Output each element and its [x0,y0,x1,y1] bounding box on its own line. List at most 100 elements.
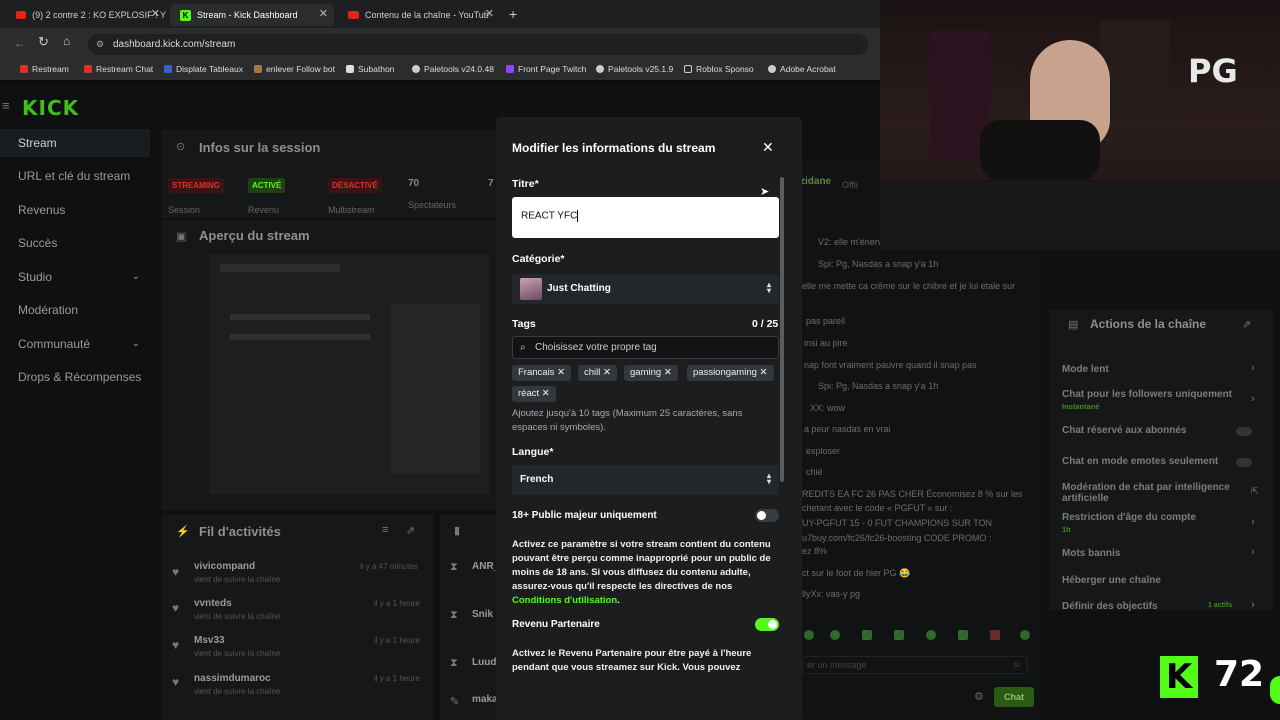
tab-youtube-video[interactable]: (9) 2 contre 2 : KO EXPLOSIF ! Y ✕ [6,4,166,26]
stream-title-input[interactable]: REACT YFC [512,197,779,238]
sidebar-item-revenue[interactable]: Revenus [0,196,150,224]
site-settings-icon[interactable]: ⚙ [96,34,104,55]
sidebar-item-moderation[interactable]: Modération [0,296,150,324]
home-icon[interactable]: ⌂ [63,34,70,48]
stream-preview-video[interactable] [210,254,490,494]
bookmark-item[interactable]: Adobe Acrobat [768,64,836,74]
category-select[interactable]: Just Chatting ▴ ▾ [512,274,779,304]
remove-tag-icon[interactable]: ✕ [542,388,550,399]
popout-icon[interactable]: ⇗ [406,524,415,537]
tab-kick-dashboard[interactable]: K Stream - Kick Dashboard ✕ [170,4,334,26]
tag-chip[interactable]: chill ✕ [578,365,617,381]
bookmark-label: Paletools v25.1.9 [608,64,674,74]
bookmark-item[interactable]: enlever Follow bot [254,64,335,74]
sidebar-item-label: Stream [18,136,57,150]
activity-user[interactable]: Msv33 [194,635,225,646]
remove-tag-icon[interactable]: ✕ [664,367,672,378]
emote-icon[interactable] [804,630,814,640]
badge-caption: Revenu [248,205,280,215]
filter-icon[interactable]: ≡ [382,524,388,536]
activity-time: il y a 1 heure [374,636,420,645]
close-tab-icon[interactable]: ✕ [485,7,494,20]
sidebar-item-drops[interactable]: Drops & Récompenses [0,363,150,391]
sidebar-item-achievements[interactable]: Succès [0,229,150,257]
emote-icon[interactable] [1020,630,1030,640]
activity-user[interactable]: vivicompand [194,561,255,572]
url-input[interactable]: ⚙ dashboard.kick.com/stream [88,34,868,55]
new-tab-button[interactable]: + [509,6,517,22]
language-select[interactable]: French ▴ ▾ [512,465,779,495]
tab-title: Contenu de la chaîne - YouTub [365,10,489,20]
close-tab-icon[interactable]: ✕ [319,7,328,20]
tag-chip[interactable]: gaming ✕ [624,365,678,381]
action-subscribers-only[interactable]: Chat réservé aux abonnés [1062,425,1187,436]
action-banned-words[interactable]: Mots bannis [1062,548,1120,559]
emote-icon[interactable] [926,630,936,640]
bookmark-label: Displate Tableaux [176,64,243,74]
bookmark-item[interactable]: Paletools v24.0.48 [412,64,494,74]
action-age-restriction[interactable]: Restriction d'âge du compte [1062,512,1196,523]
bookmark-item[interactable]: Roblox Sponso [684,64,754,74]
action-set-goals[interactable]: Définir des objectifs [1062,601,1158,612]
badge-caption: Session [168,205,201,215]
close-icon[interactable]: ✕ [762,139,774,156]
bookmark-item[interactable]: Subathon [346,64,394,74]
action-host-channel[interactable]: Héberger une chaîne [1062,575,1161,586]
subscribers-only-toggle[interactable] [1236,427,1252,436]
chat-message: chié [806,467,823,477]
settings-icon[interactable]: ⚙ [974,690,984,703]
bookmark-item[interactable]: Paletools v25.1.9 [596,64,673,74]
terms-link[interactable]: Conditions d'utilisation [512,595,617,606]
bookmark-item[interactable]: Restream [20,64,69,74]
bookmark-item[interactable]: Restream Chat [84,64,153,74]
emoji-icon[interactable]: ☺ [1012,659,1021,669]
browser-tabbar: (9) 2 contre 2 : KO EXPLOSIF ! Y ✕ K Str… [0,0,880,28]
partner-revenue-toggle[interactable] [755,618,779,631]
tab-youtube-studio[interactable]: Contenu de la chaîne - YouTub ✕ [338,4,500,26]
modal-scrollbar[interactable] [780,177,784,482]
chat-message: chetant avec le code « PGFUT » sur : [802,503,953,513]
remove-tag-icon[interactable]: ✕ [603,367,611,378]
menu-icon[interactable]: ≡ [2,98,10,113]
remove-tag-icon[interactable]: ✕ [760,367,768,378]
action-followers-only[interactable]: Chat pour les followers uniquement [1062,389,1234,400]
preview-detail [390,304,480,474]
chat-input[interactable]: er un message ☺ [802,656,1028,674]
mouse-cursor-icon: ➤ [760,186,770,198]
tag-search-input[interactable]: ⌕ Choisissez votre propre tag [512,336,779,359]
action-emotes-only[interactable]: Chat en mode emotes seulement [1062,456,1218,467]
close-tab-icon[interactable]: ✕ [151,7,160,20]
sidebar-item-stream-key[interactable]: URL et clé du stream [0,162,150,190]
tag-chip[interactable]: passiongaming ✕ [687,365,774,381]
emote-icon[interactable] [990,630,1000,640]
tag-chip[interactable]: réact ✕ [512,386,556,402]
kick-logo[interactable]: KICK [22,96,79,120]
address-bar-row: ← ↻ ⌂ ⚙ dashboard.kick.com/stream [0,28,880,60]
reload-icon[interactable]: ↻ [38,34,49,50]
emote-icon[interactable] [830,630,840,640]
sidebar-item-studio[interactable]: Studio ⌄ [0,263,150,291]
activity-user[interactable]: nassimdumaroc [194,673,271,684]
sidebar-item-stream[interactable]: Stream [0,129,150,157]
bookmark-icon [20,65,28,73]
back-arrow-icon[interactable]: ← [14,36,26,50]
tag-chip[interactable]: Francais ✕ [512,365,572,381]
action-ai-moderation[interactable]: Modération de chat par intelligence arti… [1062,482,1238,504]
emote-icon[interactable] [862,630,872,640]
tag-chip-label: gaming [630,367,662,378]
sidebar-item-community[interactable]: Communauté ⌄ [0,330,150,358]
popout-icon[interactable]: ⇗ [1242,318,1251,331]
bookmark-item[interactable]: Displate Tableaux [164,64,243,74]
emotes-only-toggle[interactable] [1236,458,1252,467]
action-slow-mode[interactable]: Mode lent [1062,364,1109,375]
chat-send-button[interactable]: Chat [994,687,1034,707]
partner-label: Revenu Partenaire [512,619,600,630]
activity-user[interactable]: vvnteds [194,598,232,609]
remove-tag-icon[interactable]: ✕ [557,367,565,378]
bookmark-item[interactable]: Front Page Twitch [506,64,586,74]
emote-icon[interactable] [894,630,904,640]
sidebar-item-label: URL et clé du stream [18,169,131,183]
adult-toggle[interactable] [755,509,779,522]
emote-icon[interactable] [958,630,968,640]
tag-input-placeholder: Choisissez votre propre tag [535,342,657,353]
